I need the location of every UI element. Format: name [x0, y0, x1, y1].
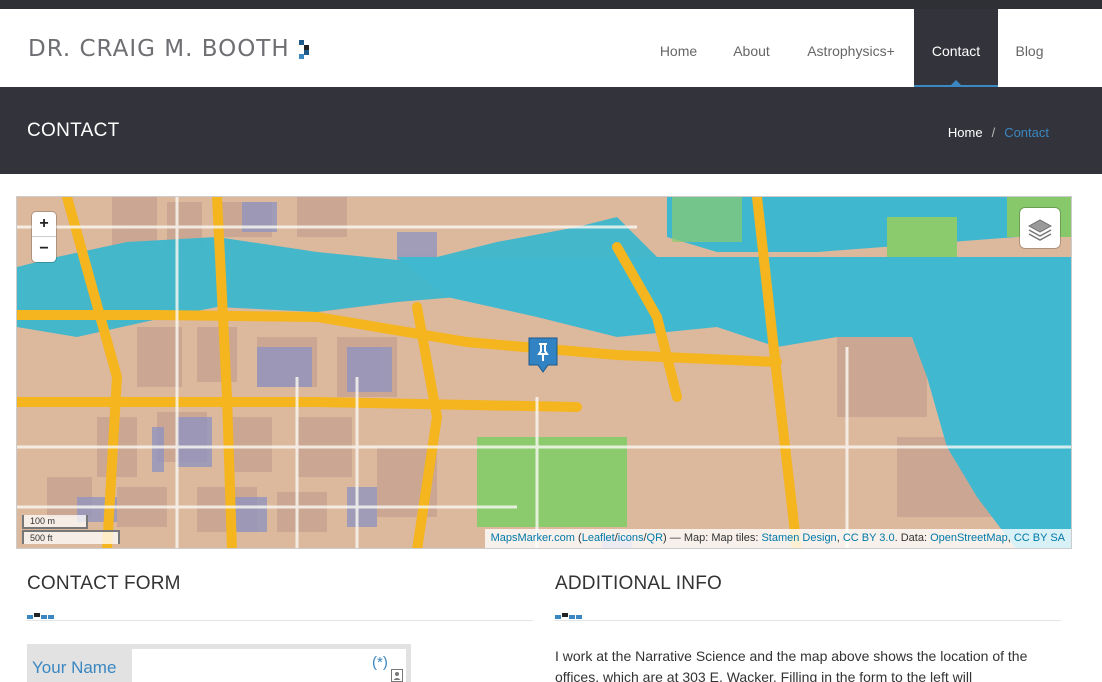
map-attribution: MapsMarker.com (Leaflet/icons/QR) — Map:…	[484, 529, 1071, 548]
page-title: CONTACT	[27, 120, 120, 141]
attrib-icons-link[interactable]: icons	[618, 532, 644, 544]
additional-info-divider	[555, 612, 1061, 621]
nav-about[interactable]: About	[715, 9, 788, 87]
contact-form-title: CONTACT FORM	[27, 573, 181, 594]
scale-metric: 100 m	[22, 515, 88, 529]
logo-mark-icon	[299, 40, 309, 59]
additional-info-title: ADDITIONAL INFO	[555, 573, 722, 594]
nav-astrophysics[interactable]: Astrophysics+	[788, 9, 914, 87]
nav-blog[interactable]: Blog	[998, 9, 1061, 87]
required-marker: (*)	[372, 654, 388, 671]
active-caret-icon	[951, 80, 961, 85]
attrib-text: (	[574, 532, 582, 544]
site-logo[interactable]: DR. CRAIG M. BOOTH	[28, 36, 290, 62]
pin-marker-icon	[528, 337, 558, 373]
location-map[interactable]: + − 100 m 500 ft MapsMarker.com (Leaflet…	[16, 196, 1072, 549]
zoom-control: + −	[32, 212, 56, 262]
attrib-osm-link[interactable]: OpenStreetMap	[930, 532, 1008, 544]
scale-imperial: 500 ft	[22, 530, 120, 544]
zoom-in-button[interactable]: +	[32, 212, 56, 237]
name-field-group: Your Name (*)	[27, 644, 411, 682]
main-nav: Home About Astrophysics+ Contact Blog	[642, 9, 1061, 88]
attrib-qr-link[interactable]: QR	[647, 532, 664, 544]
site-header: DR. CRAIG M. BOOTH Home About Astrophysi…	[0, 9, 1102, 88]
top-strip	[0, 0, 1102, 9]
attrib-text: ) — Map: Map tiles:	[663, 532, 762, 544]
attrib-text: . Data:	[894, 532, 931, 544]
attrib-mapsmarker-link[interactable]: MapsMarker.com	[491, 532, 575, 544]
attrib-leaflet-link[interactable]: Leaflet	[582, 532, 615, 544]
page-title-bar: CONTACT Home / Contact	[0, 87, 1102, 174]
breadcrumb-separator: /	[991, 125, 996, 140]
user-icon	[391, 669, 403, 682]
location-marker[interactable]	[528, 337, 558, 375]
contact-form-divider	[27, 612, 533, 621]
nav-home[interactable]: Home	[642, 9, 715, 87]
attrib-ccby-link[interactable]: CC BY 3.0	[843, 532, 895, 544]
layers-button[interactable]	[1020, 208, 1060, 248]
breadcrumb-home[interactable]: Home	[948, 125, 983, 140]
breadcrumb-current: Contact	[1004, 125, 1049, 140]
zoom-out-button[interactable]: −	[32, 237, 56, 262]
attrib-ccbysa-link[interactable]: CC BY SA	[1014, 532, 1065, 544]
layers-icon	[1027, 219, 1053, 241]
name-input[interactable]	[132, 649, 406, 682]
name-field-label: Your Name	[32, 658, 117, 677]
attrib-stamen-link[interactable]: Stamen Design	[761, 532, 836, 544]
map-scale: 100 m 500 ft	[22, 515, 120, 544]
nav-contact[interactable]: Contact	[914, 9, 998, 88]
breadcrumb: Home / Contact	[948, 125, 1049, 140]
additional-info-text: I work at the Narrative Science and the …	[555, 648, 1028, 682]
nav-contact-label: Contact	[931, 43, 981, 59]
